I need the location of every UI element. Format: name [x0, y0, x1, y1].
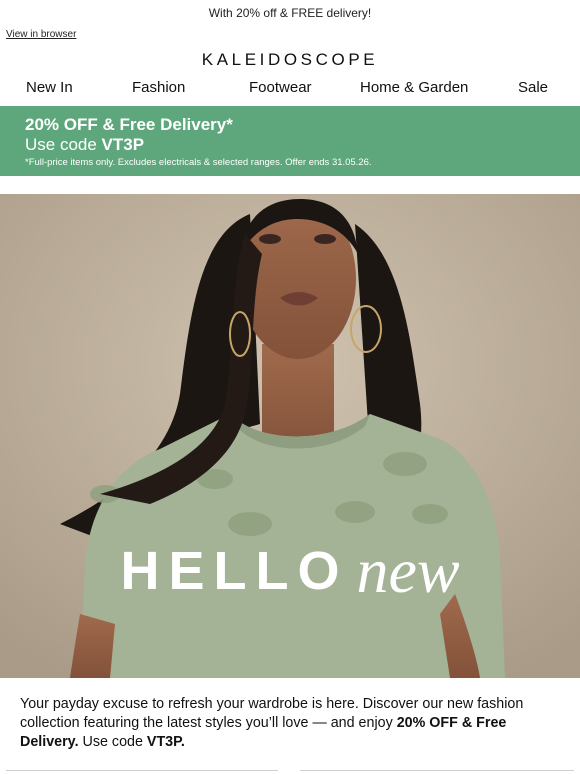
nav-item-new-in[interactable]: New In	[26, 79, 73, 96]
promo-code: VT3P	[101, 135, 145, 154]
body-code: VT3P.	[146, 734, 185, 750]
promo-headline: 20% OFF & Free Delivery*	[25, 115, 233, 134]
promo-code-prefix: Use code	[25, 135, 102, 154]
brand-logo[interactable]: KALEIDOSCOPE	[0, 50, 580, 70]
nav-item-sale[interactable]: Sale	[518, 79, 548, 96]
promo-code-line: Use code VT3P	[25, 135, 580, 155]
preheader-text: With 20% off & FREE delivery!	[208, 6, 372, 20]
view-in-browser-link[interactable]: View in browser	[6, 29, 76, 40]
hero-word-hello: HELLO	[120, 541, 349, 601]
hero-headline: HELLO new	[0, 534, 580, 608]
hero-word-new: new	[356, 535, 460, 606]
body-text-2: Use code	[78, 734, 147, 750]
body-copy: Your payday excuse to refresh your wardr…	[20, 695, 560, 752]
nav-item-footwear[interactable]: Footwear	[249, 79, 312, 96]
main-nav: New In Fashion Footwear Home & Garden Sa…	[0, 79, 580, 99]
nav-item-home-garden[interactable]: Home & Garden	[360, 79, 468, 96]
nav-item-fashion[interactable]: Fashion	[132, 79, 185, 96]
promo-banner[interactable]: 20% OFF & Free Delivery* Use code VT3P *…	[0, 106, 580, 176]
promo-fine-print: *Full-price items only. Excludes electri…	[25, 157, 372, 168]
section-divider	[0, 770, 580, 772]
